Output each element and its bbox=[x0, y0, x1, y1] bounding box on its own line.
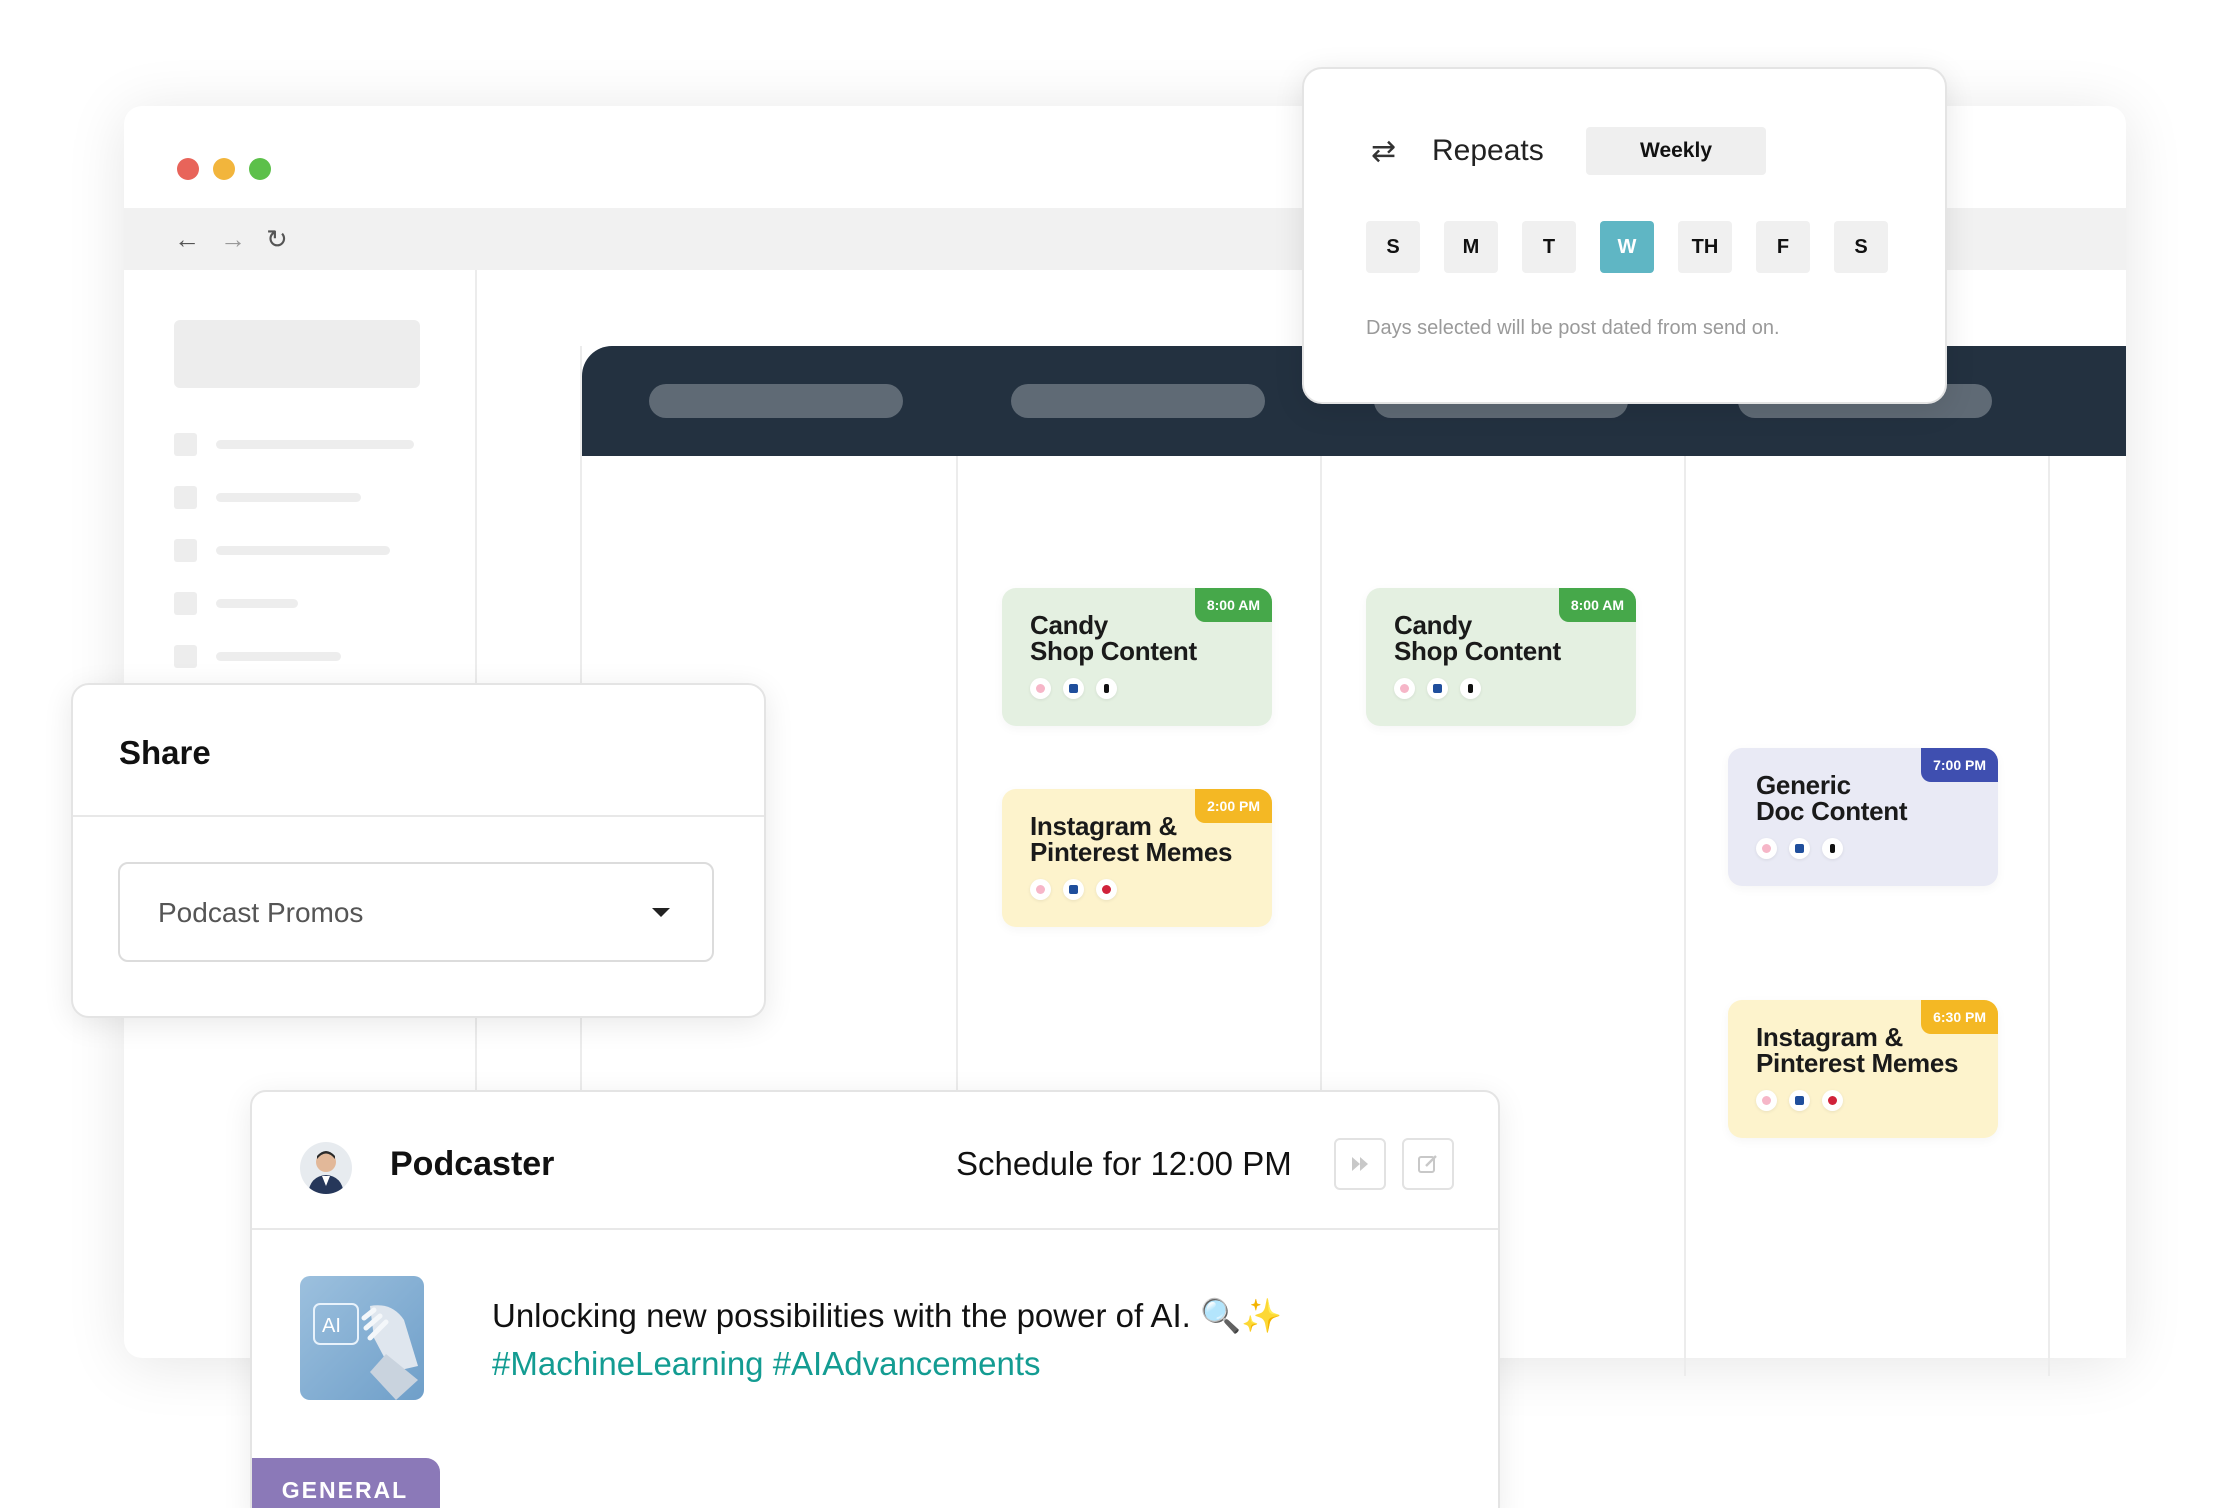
sidebar-item-placeholder-icon bbox=[174, 486, 197, 509]
maximize-window-dot[interactable] bbox=[249, 158, 271, 180]
post-text: Unlocking new possibilities with the pow… bbox=[492, 1297, 1283, 1334]
instagram-icon bbox=[1756, 1090, 1777, 1111]
close-window-dot[interactable] bbox=[177, 158, 199, 180]
repeat-icon: ⇄ bbox=[1371, 135, 1397, 168]
linkedin-icon bbox=[1789, 838, 1810, 859]
share-popup: Share Podcast Promos bbox=[71, 683, 766, 1018]
repeats-label: Repeats bbox=[1432, 134, 1544, 167]
day-header-placeholder bbox=[1011, 384, 1265, 418]
calendar-post-card[interactable]: 2:00 PM Instagram & Pinterest Memes bbox=[1002, 789, 1272, 927]
share-title: Share bbox=[119, 734, 211, 771]
social-icons bbox=[1756, 1090, 1843, 1111]
post-title: Generic Doc Content bbox=[1756, 770, 1908, 826]
social-icons bbox=[1030, 879, 1117, 900]
linkedin-icon bbox=[1063, 678, 1084, 699]
share-dropdown-value: Podcast Promos bbox=[158, 897, 364, 928]
edit-post-button[interactable] bbox=[1402, 1138, 1454, 1190]
caret-down-icon bbox=[652, 908, 670, 917]
share-dropdown[interactable]: Podcast Promos bbox=[118, 862, 714, 962]
post-thumbnail[interactable]: AI bbox=[300, 1276, 424, 1400]
send-now-button[interactable] bbox=[1334, 1138, 1386, 1190]
tiktok-icon bbox=[1460, 678, 1481, 699]
stage: ← → ↻ 8:00 AM Candy Shop Content 2:00 PM… bbox=[0, 0, 2229, 1508]
sidebar-item-placeholder-icon bbox=[174, 539, 197, 562]
day-toggle-wednesday[interactable]: W bbox=[1600, 221, 1654, 273]
sidebar-item-placeholder bbox=[216, 493, 361, 502]
instagram-icon bbox=[1030, 678, 1051, 699]
edit-icon bbox=[1418, 1155, 1437, 1173]
column-divider bbox=[2048, 456, 2050, 1376]
calendar-post-card[interactable]: 8:00 AM Candy Shop Content bbox=[1002, 588, 1272, 726]
sidebar-item-placeholder-icon bbox=[174, 592, 197, 615]
avatar bbox=[300, 1142, 352, 1194]
calendar-post-card[interactable]: 8:00 AM Candy Shop Content bbox=[1366, 588, 1636, 726]
sidebar-item-placeholder bbox=[216, 599, 298, 608]
sidebar-header-placeholder bbox=[174, 320, 420, 388]
column-divider bbox=[1684, 456, 1686, 1376]
divider bbox=[73, 815, 764, 817]
post-hashtags[interactable]: #MachineLearning #AIAdvancements bbox=[492, 1340, 1041, 1388]
day-toggle-tuesday[interactable]: T bbox=[1522, 221, 1576, 273]
post-title: Candy Shop Content bbox=[1030, 610, 1197, 666]
pinterest-icon bbox=[1822, 1090, 1843, 1111]
robot-hand-image: AI bbox=[313, 1303, 418, 1400]
divider bbox=[252, 1228, 1498, 1230]
sidebar-item-placeholder bbox=[216, 440, 414, 449]
back-arrow-icon[interactable]: ← bbox=[174, 224, 200, 254]
repeats-hint: Days selected will be post dated from se… bbox=[1366, 317, 1780, 339]
sidebar-item-placeholder bbox=[216, 546, 390, 555]
linkedin-icon bbox=[1789, 1090, 1810, 1111]
post-title: Candy Shop Content bbox=[1394, 610, 1561, 666]
schedule-label: Schedule for 12:00 PM bbox=[956, 1145, 1292, 1182]
svg-text:AI: AI bbox=[322, 1315, 341, 1337]
sidebar-item-placeholder-icon bbox=[174, 645, 197, 668]
sidebar-item-placeholder-icon bbox=[174, 433, 197, 456]
post-time-badge: 8:00 AM bbox=[1194, 588, 1272, 622]
calendar-post-card[interactable]: 6:30 PM Instagram & Pinterest Memes bbox=[1728, 1000, 1998, 1138]
day-toggle-saturday[interactable]: S bbox=[1834, 221, 1888, 273]
day-toggle-sunday[interactable]: S bbox=[1366, 221, 1420, 273]
linkedin-icon bbox=[1063, 879, 1084, 900]
post-time-badge: 8:00 AM bbox=[1558, 588, 1636, 622]
social-icons bbox=[1030, 678, 1117, 699]
frequency-select[interactable]: Weekly bbox=[1586, 127, 1766, 175]
linkedin-icon bbox=[1427, 678, 1448, 699]
post-time-badge: 7:00 PM bbox=[1921, 748, 1998, 782]
instagram-icon bbox=[1756, 838, 1777, 859]
day-toggle-friday[interactable]: F bbox=[1756, 221, 1810, 273]
day-toggle-thursday[interactable]: TH bbox=[1678, 221, 1732, 273]
day-toggle-monday[interactable]: M bbox=[1444, 221, 1498, 273]
fast-forward-icon bbox=[1352, 1157, 1368, 1171]
forward-arrow-icon[interactable]: → bbox=[220, 224, 246, 254]
instagram-icon bbox=[1030, 879, 1051, 900]
calendar-post-card[interactable]: 7:00 PM Generic Doc Content bbox=[1728, 748, 1998, 886]
category-badge: GENERAL bbox=[252, 1458, 440, 1508]
sidebar-item-placeholder bbox=[216, 652, 341, 661]
repeats-popup: ⇄ Repeats Weekly S M T W TH F S Days sel… bbox=[1302, 67, 1947, 404]
day-header-placeholder bbox=[649, 384, 903, 418]
minimize-window-dot[interactable] bbox=[213, 158, 235, 180]
post-title: Instagram & Pinterest Memes bbox=[1756, 1022, 1959, 1078]
reload-icon[interactable]: ↻ bbox=[266, 224, 288, 254]
post-title: Instagram & Pinterest Memes bbox=[1030, 811, 1233, 867]
post-card: Podcaster Schedule for 12:00 PM AI Unloc… bbox=[250, 1090, 1500, 1508]
post-username: Podcaster bbox=[390, 1145, 555, 1183]
social-icons bbox=[1756, 838, 1843, 859]
tiktok-icon bbox=[1822, 838, 1843, 859]
social-icons bbox=[1394, 678, 1481, 699]
pinterest-icon bbox=[1096, 879, 1117, 900]
tiktok-icon bbox=[1096, 678, 1117, 699]
instagram-icon bbox=[1394, 678, 1415, 699]
person-icon bbox=[308, 1151, 344, 1194]
